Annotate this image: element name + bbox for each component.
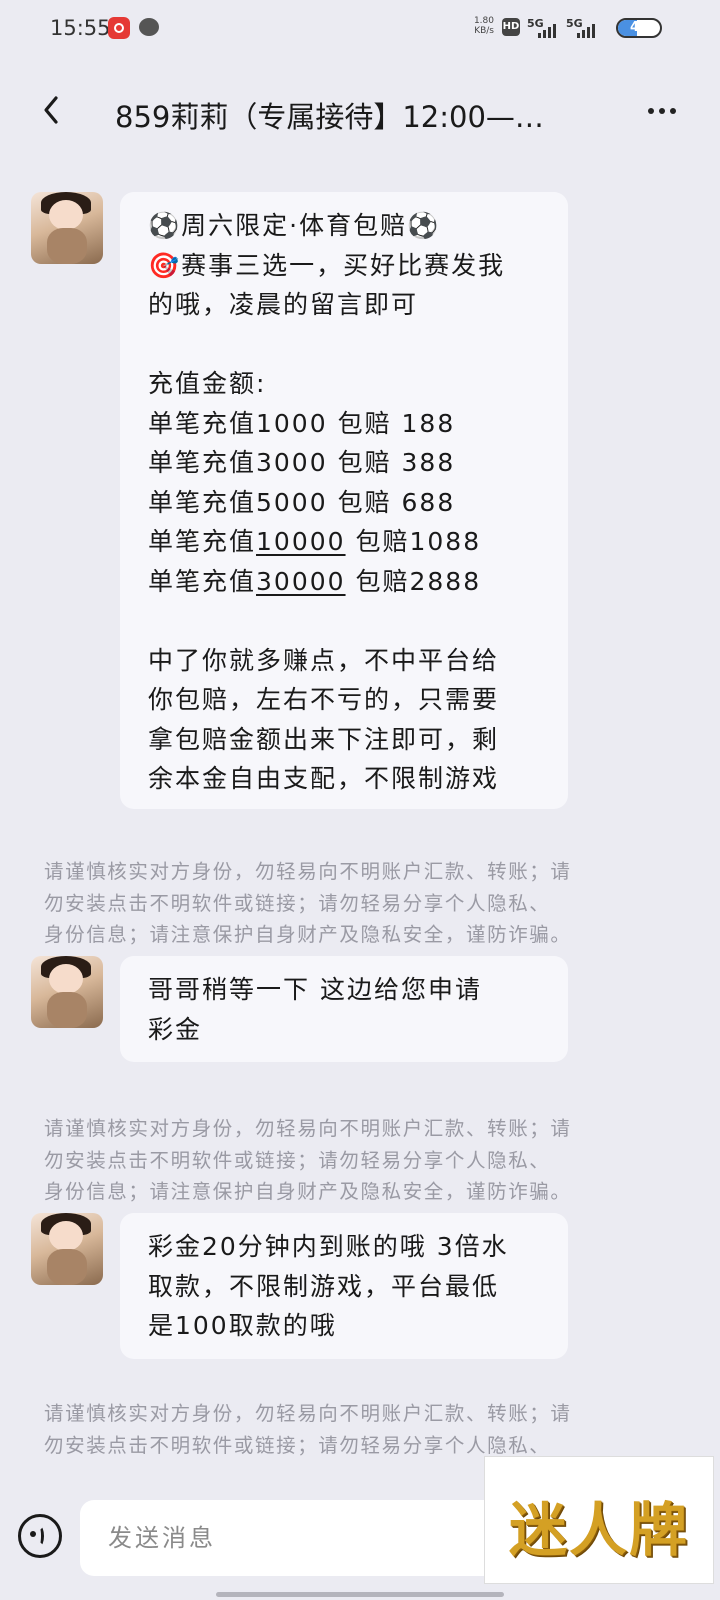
message-line: 余本金自由支配，不限制游戏 [148,764,500,793]
battery-icon: 46 [616,18,662,38]
message-notification-icon [139,18,159,36]
status-time: 15:55 [50,16,111,40]
message-line: 单笔充值5000 包赔 688 [148,487,456,517]
message-line: 拿包赔金额出来下注即可，剩 [148,724,500,754]
message-line: 🎯赛事三选一，买好比赛发我 [148,250,506,280]
message-line: 是100取款的哦 [148,1311,337,1340]
message-line: 你包赔，左右不亏的，只需要 [148,685,500,714]
message-line: 彩金20分钟内到账的哦 3倍水 [148,1232,509,1261]
watermark-logo: 迷人牌 [484,1456,714,1584]
network-speed: 1.80 KB/s [470,16,494,36]
message-bubble[interactable]: 哥哥稍等一下 这边给您申请 彩金 [120,956,568,1062]
warning-line: 身份信息；请注意保护自身财产及隐私安全，谨防诈骗。 [44,1180,572,1203]
message-bubble[interactable]: ⚽周六限定·体育包赔⚽ 🎯赛事三选一，买好比赛发我 的哦，凌晨的留言即可 充值金… [120,192,568,809]
message-line: 中了你就多赚点，不中平台给 [148,645,500,675]
message-line: 单笔充值1000 包赔 188 [148,408,456,438]
sim2-signal-icon [577,22,601,38]
netease-music-icon [108,17,130,39]
chat-title: 859莉莉（专属接待】12:00—… [115,100,544,134]
message-line: 的哦，凌晨的留言即可 [148,290,419,319]
message-line: 彩金 [148,1014,203,1044]
message-line: 单笔充值10000 包赔1088 [148,527,482,556]
network-speed-unit: KB/s [474,26,494,36]
status-bar: 15:55 1.80 KB/s HD 5G 5G 46 [0,0,720,56]
message-line: 哥哥稍等一下 这边给您申请 [148,975,482,1004]
watermark-text: 迷人牌 [508,1496,689,1564]
underlined-amount: 30000 [256,566,346,596]
security-warning: 请谨慎核实对方身份，勿轻易向不明账户汇款、转账；请 勿安装点击不明软件或链接；请… [44,856,680,951]
warning-line: 请谨慎核实对方身份，勿轻易向不明账户汇款、转账；请 [44,1117,572,1140]
message-text: 彩金20分钟内到账的哦 3倍水 取款，不限制游戏，平台最低 是100取款的哦 [148,1227,540,1346]
avatar[interactable] [31,956,103,1028]
home-indicator[interactable] [216,1592,504,1597]
avatar[interactable] [31,192,103,264]
message-list[interactable]: ⚽周六限定·体育包赔⚽ 🎯赛事三选一，买好比赛发我 的哦，凌晨的留言即可 充值金… [0,176,720,1466]
underlined-amount: 10000 [256,527,346,556]
message-line-blank [148,601,540,641]
security-warning: 请谨慎核实对方身份，勿轻易向不明账户汇款、转账；请 勿安装点击不明软件或链接；请… [44,1113,680,1208]
message-line: 单笔充值30000 包赔2888 [148,566,482,596]
message-text: 哥哥稍等一下 这边给您申请 彩金 [148,970,540,1049]
voice-input-button[interactable] [18,1514,62,1558]
warning-line: 勿安装点击不明软件或链接；请勿轻易分享个人隐私、 [44,891,551,915]
message-text: ⚽周六限定·体育包赔⚽ 🎯赛事三选一，买好比赛发我 的哦，凌晨的留言即可 充值金… [148,206,540,799]
hd-voice-icon: HD [502,18,520,36]
message-line: 充值金额: [148,369,267,398]
chat-header: 859莉莉（专属接待】12:00—… [0,56,720,166]
battery-level: 46 [629,20,649,35]
message-line: 取款，不限制游戏，平台最低 [148,1271,500,1301]
warning-line: 身份信息；请注意保护自身财产及隐私安全，谨防诈骗。 [44,923,572,946]
message-bubble[interactable]: 彩金20分钟内到账的哦 3倍水 取款，不限制游戏，平台最低 是100取款的哦 [120,1213,568,1359]
message-line: 单笔充值3000 包赔 388 [148,448,456,477]
warning-line: 请谨慎核实对方身份，勿轻易向不明账户汇款、转账；请 [44,860,572,883]
network-speed-value: 1.80 [473,16,494,26]
message-line-blank [148,325,540,365]
message-line: ⚽周六限定·体育包赔⚽ [148,211,441,240]
back-arrow-icon [44,96,58,124]
back-button[interactable] [34,88,70,132]
sim1-signal-icon [538,22,562,38]
warning-line: 勿安装点击不明软件或链接；请勿轻易分享个人隐私、 [44,1148,551,1172]
more-options-button[interactable] [648,96,692,126]
avatar[interactable] [31,1213,103,1285]
warning-line: 请谨慎核实对方身份，勿轻易向不明账户汇款、转账；请 [44,1402,572,1425]
